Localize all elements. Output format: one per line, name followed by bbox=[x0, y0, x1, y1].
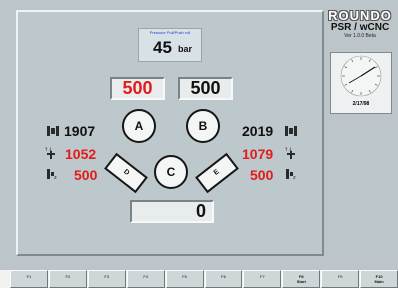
f6-key-label: F6 bbox=[221, 274, 226, 279]
f7-key[interactable]: F7 bbox=[243, 270, 282, 288]
f3-key[interactable]: F3 bbox=[87, 270, 126, 288]
product-name: PSR / wCNC bbox=[330, 22, 390, 33]
f9-key-label: F9 bbox=[337, 274, 343, 279]
f5-key-label: F5 bbox=[182, 274, 187, 279]
f6-key[interactable]: F6 bbox=[204, 270, 243, 288]
position-icon: z bbox=[47, 169, 57, 181]
left-value-3: 500 bbox=[74, 167, 98, 183]
f1-key-label: F1 bbox=[26, 274, 32, 279]
f10-key[interactable]: F10 Main bbox=[360, 270, 398, 288]
brand-logo: ROUNDO bbox=[328, 8, 392, 23]
right-value-2: 1079 bbox=[242, 146, 274, 162]
roll-sensor-icon bbox=[285, 126, 297, 136]
f8-key-sub: Start bbox=[296, 279, 306, 284]
f10-key-sub: Main bbox=[374, 279, 384, 284]
f4-key-label: F4 bbox=[143, 274, 148, 279]
roll-sensor-icon bbox=[47, 126, 59, 136]
pressure-display: Pressure Pull/Push roll 45 bar bbox=[138, 28, 202, 62]
pressure-unit: bar bbox=[178, 44, 193, 54]
f2-key[interactable]: F2 bbox=[48, 270, 87, 288]
position-icon: z bbox=[286, 169, 296, 181]
roll-a-button[interactable]: A bbox=[122, 109, 156, 143]
roll-b-button[interactable]: B bbox=[186, 109, 220, 143]
right-value-3: 500 bbox=[250, 167, 274, 183]
diameter-icon: ↑↓ bbox=[284, 147, 295, 159]
clock-face-icon bbox=[340, 55, 382, 97]
f2-key-label: F2 bbox=[65, 274, 71, 279]
left-value-2: 1052 bbox=[65, 146, 97, 162]
right-value-1: 2019 bbox=[242, 123, 274, 139]
svg-text:z: z bbox=[54, 175, 57, 181]
pressure-label: Pressure Pull/Push roll bbox=[149, 30, 191, 35]
clock-date: 2/17/98 bbox=[352, 101, 370, 107]
left-value-1: 1907 bbox=[64, 123, 96, 139]
app-window: ROUNDO PSR / wCNC Ver 1.0.0 Beta 2/17/98 bbox=[0, 0, 398, 270]
roll-a-value-box[interactable]: 500 bbox=[110, 77, 165, 100]
version-text: Ver 1.0.0 Beta bbox=[344, 33, 376, 39]
brand-block: ROUNDO PSR / wCNC Ver 1.0.0 Beta bbox=[328, 8, 392, 39]
roll-c-button[interactable]: C bbox=[154, 155, 188, 189]
f1-key[interactable]: F1 bbox=[10, 270, 48, 288]
f8-key[interactable]: F8 Start bbox=[282, 270, 321, 288]
roll-b-value-box[interactable]: 500 bbox=[178, 77, 233, 100]
f9-key[interactable]: F9 bbox=[321, 270, 360, 288]
f7-key-label: F7 bbox=[260, 274, 265, 279]
f4-key[interactable]: F4 bbox=[126, 270, 165, 288]
f5-key[interactable]: F5 bbox=[165, 270, 204, 288]
function-key-bar: F1 F2 F3 F4 F5 F6 F7 F8 Start F9 F10 Main bbox=[10, 270, 398, 288]
total-value-box[interactable]: 0 bbox=[130, 200, 214, 223]
f3-key-label: F3 bbox=[104, 274, 110, 279]
analog-clock: 2/17/98 bbox=[330, 52, 392, 114]
sidebar: ROUNDO PSR / wCNC Ver 1.0.0 Beta 2/17/98 bbox=[326, 8, 396, 258]
pressure-value: 45 bbox=[153, 38, 172, 57]
svg-text:z: z bbox=[293, 175, 296, 181]
diameter-icon: ↑↓ bbox=[44, 147, 55, 159]
